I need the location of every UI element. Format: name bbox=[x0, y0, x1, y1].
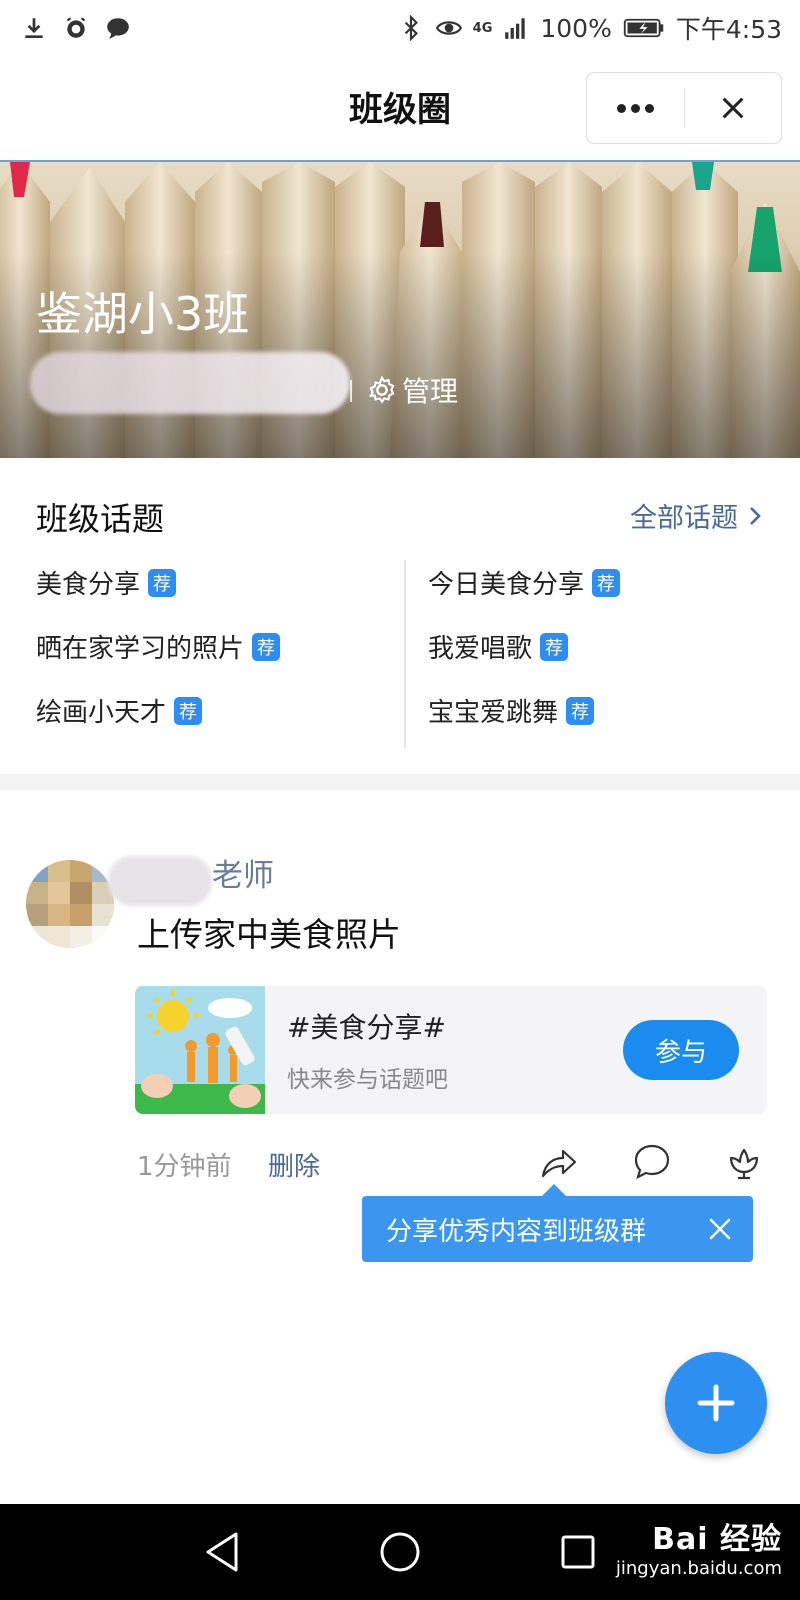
chevron-right-icon bbox=[750, 506, 761, 525]
status-bar: 4G 100% 下午4:53 bbox=[0, 0, 800, 56]
topic-thumbnail bbox=[135, 986, 265, 1114]
more-dots-icon bbox=[616, 103, 654, 113]
recommend-badge: 荐 bbox=[252, 632, 281, 661]
more-button[interactable] bbox=[587, 73, 684, 143]
banner-separator bbox=[350, 380, 352, 402]
recommend-badge: 荐 bbox=[566, 696, 595, 725]
section-gap bbox=[0, 774, 800, 790]
redacted-author bbox=[108, 856, 212, 906]
all-topics-label: 全部话题 bbox=[630, 503, 738, 534]
topic-item[interactable]: 宝宝爱跳舞 荐 bbox=[428, 692, 595, 729]
battery-percent: 100% bbox=[540, 13, 612, 43]
class-topics: 班级话题 全部话题 美食分享 荐 晒在家学习的照片 荐 绘画小天才 荐 今日美食… bbox=[0, 458, 800, 774]
topic-item[interactable]: 晒在家学习的照片 荐 bbox=[36, 628, 281, 665]
recommend-badge: 荐 bbox=[592, 568, 621, 597]
plus-icon bbox=[697, 1384, 735, 1422]
redacted-info bbox=[30, 352, 350, 414]
back-button[interactable] bbox=[196, 1526, 248, 1578]
system-nav-bar: Bai 经验 jingyan.baidu.com bbox=[0, 1504, 800, 1600]
recommend-badge: 荐 bbox=[148, 568, 177, 597]
topic-label: 绘画小天才 bbox=[36, 698, 167, 728]
clock: 下午4:53 bbox=[675, 15, 782, 44]
eye-icon bbox=[435, 14, 463, 42]
manage-label: 管理 bbox=[402, 375, 459, 408]
topic-card-subtitle: 快来参与话题吧 bbox=[287, 1067, 448, 1093]
class-name: 鉴湖小3班 bbox=[36, 287, 250, 341]
join-button[interactable]: 参与 bbox=[623, 1020, 739, 1080]
topic-label: 我爱唱歌 bbox=[428, 634, 533, 664]
recents-button[interactable] bbox=[552, 1526, 604, 1578]
author-name[interactable]: 老师 bbox=[212, 850, 274, 895]
close-button[interactable] bbox=[685, 73, 782, 143]
share-button[interactable] bbox=[537, 1140, 581, 1184]
topic-card-title: #美食分享# bbox=[287, 1011, 446, 1044]
recommend-badge: 荐 bbox=[174, 696, 203, 725]
watermark: Bai 经验 jingyan.baidu.com bbox=[616, 1514, 782, 1579]
gear-icon bbox=[369, 376, 395, 404]
avatar[interactable] bbox=[26, 860, 114, 948]
topic-label: 宝宝爱跳舞 bbox=[428, 698, 559, 728]
bluetooth-icon bbox=[397, 14, 425, 42]
topic-label: 美食分享 bbox=[36, 570, 141, 600]
topics-title: 班级话题 bbox=[36, 500, 165, 538]
close-icon bbox=[722, 97, 744, 119]
topic-card[interactable]: #美食分享# 快来参与话题吧 参与 bbox=[135, 986, 767, 1114]
network-type: 4G bbox=[472, 20, 493, 36]
chat-icon bbox=[104, 14, 132, 42]
mini-program-capsule bbox=[586, 72, 782, 144]
topic-item[interactable]: 美食分享 荐 bbox=[36, 564, 177, 601]
topic-item[interactable]: 今日美食分享 荐 bbox=[428, 564, 621, 601]
topic-item[interactable]: 我爱唱歌 荐 bbox=[428, 628, 569, 665]
alarm-icon bbox=[62, 14, 90, 42]
share-tip-text: 分享优秀内容到班级群 bbox=[386, 1216, 647, 1247]
comment-icon bbox=[634, 1144, 670, 1180]
delete-button[interactable]: 删除 bbox=[268, 1146, 320, 1183]
comment-button[interactable] bbox=[630, 1140, 674, 1184]
status-left bbox=[20, 14, 132, 42]
class-banner: 鉴湖小3班 管理 bbox=[0, 160, 800, 458]
watermark-main: Bai 经验 bbox=[652, 1522, 782, 1557]
close-icon bbox=[709, 1218, 731, 1240]
home-button[interactable] bbox=[374, 1526, 426, 1578]
header: 班级圈 bbox=[0, 56, 800, 160]
watermark-sub: jingyan.baidu.com bbox=[615, 1558, 782, 1579]
topic-item[interactable]: 绘画小天才 荐 bbox=[36, 692, 203, 729]
back-triangle-icon bbox=[206, 1532, 238, 1572]
recommend-badge: 荐 bbox=[540, 632, 569, 661]
topic-label: 今日美食分享 bbox=[428, 570, 585, 600]
share-icon bbox=[541, 1149, 577, 1178]
add-post-button[interactable] bbox=[665, 1352, 767, 1454]
topics-divider bbox=[404, 560, 406, 748]
share-tip: 分享优秀内容到班级群 bbox=[362, 1184, 753, 1262]
recents-square-icon bbox=[561, 1535, 595, 1569]
post-text: 上传家中美食照片 bbox=[137, 915, 401, 954]
all-topics-link[interactable]: 全部话题 bbox=[630, 496, 764, 535]
status-right: 4G 100% 下午4:53 bbox=[397, 10, 782, 46]
topic-label: 晒在家学习的照片 bbox=[36, 634, 245, 664]
signal-icon bbox=[502, 14, 530, 42]
download-icon bbox=[20, 14, 48, 42]
tip-close-button[interactable] bbox=[705, 1214, 735, 1244]
battery-icon bbox=[622, 14, 666, 42]
post-card: 老师 上传家中美食照片 #美食分享# 快来参与话题吧 参与 1分钟前 删除 分享… bbox=[0, 790, 800, 1504]
flower-button[interactable] bbox=[722, 1140, 766, 1184]
manage-button[interactable]: 管理 bbox=[368, 370, 458, 410]
home-circle-icon bbox=[380, 1532, 420, 1572]
flower-icon bbox=[729, 1148, 759, 1180]
post-time: 1分钟前 bbox=[137, 1152, 232, 1182]
